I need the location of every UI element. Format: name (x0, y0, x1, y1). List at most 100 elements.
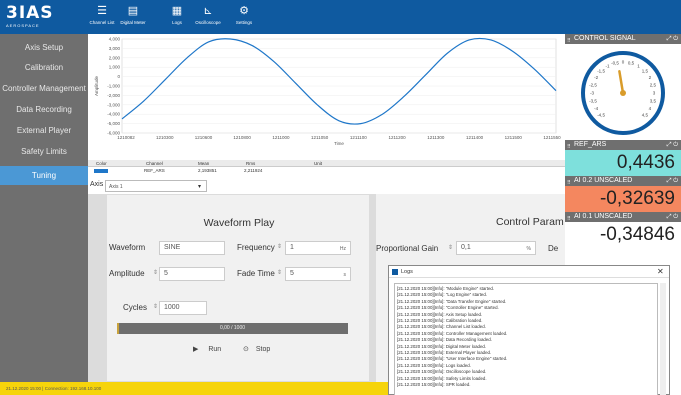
status-text: 21.12.2020 15:00 | Connection: 192.168.1… (6, 386, 102, 391)
x-tick-label: 1210300 (156, 135, 174, 140)
table-header: Color Channel Mean Rms Unit (88, 160, 565, 167)
x-tick-label: 1211000 (272, 135, 290, 140)
control-params-title: Control Param (496, 216, 564, 228)
ai01-header: ⠿ AI 0.1 UNSCALED ⤢ ⏻ (565, 212, 681, 222)
cycles-stepper[interactable]: ⇕ (153, 303, 158, 310)
gauge-hub (620, 90, 626, 96)
amplitude-field[interactable]: 5 (159, 267, 225, 281)
oscilloscope-icon: ⊾ (203, 5, 213, 17)
y-tick-label: 1,000 (109, 65, 121, 70)
axis-row: Axis Axis 1 ▾ (88, 178, 378, 194)
sidebar-item-axis-setup[interactable]: Axis Setup (0, 38, 88, 57)
frequency-field[interactable]: 1 Hz (285, 241, 351, 255)
expand-close-icon[interactable]: ⤢ ⏻ (667, 212, 678, 222)
control-signal-gauge: -4,5 -4 -3,5 -3 -2,5 -2 -1,5 -1 -0,5 0 0,5 1 1,5 2 2,5… (565, 44, 681, 140)
sidebar: Axis Setup Calibration Controller Manage… (0, 34, 88, 382)
logs-icon: ▦ (171, 5, 183, 17)
x-tick-label: 1211100 (350, 135, 367, 140)
gauge-tick-label: -3 (590, 91, 594, 96)
y-tick-label: -2,000 (107, 93, 120, 98)
sidebar-item-safety-limits[interactable]: Safety Limits (0, 142, 88, 161)
x-tick-label: 1211050 (311, 135, 329, 140)
sidebar-item-calibration[interactable]: Calibration (0, 58, 88, 77)
logs-titlebar[interactable]: Logs ✕ (389, 266, 669, 278)
gauge-svg: -4,5-4-3,5-3-2,5-2-1,5-1-0,5 0 0,511,522,5… (581, 51, 665, 135)
waveform-play-title: Waveform Play (203, 217, 275, 229)
drag-handle-icon[interactable]: ⠿ (567, 36, 571, 44)
channel-list-button[interactable]: ☰ Channel List (88, 2, 116, 32)
gauge-tick-label: 3,5 (650, 99, 657, 104)
gauge-tick-label: 2,5 (650, 82, 657, 87)
x-tick-label: 1211300 (427, 135, 445, 140)
expand-close-icon[interactable]: ⤢ ⏻ (667, 34, 678, 44)
channel-name: REF_ARS (144, 168, 165, 173)
channel-rms: 2,211924 (244, 168, 263, 173)
y-tick-label: 3,000 (109, 46, 121, 51)
gauge-tick-label: -4,5 (597, 112, 605, 117)
gauge-tick-label: -2,5 (589, 82, 597, 87)
control-signal-header: ⠿ CONTROL SIGNAL ⤢ ⏻ (565, 34, 681, 44)
table-row[interactable]: REF_ARS 2,193851 2,211924 (88, 167, 565, 175)
x-tick-label: 1211200 (388, 135, 406, 140)
app-icon (392, 269, 398, 275)
col-channel: Channel (146, 161, 163, 166)
frequency-label: Frequency (237, 243, 275, 252)
sidebar-item-data-recording[interactable]: Data Recording (0, 100, 88, 119)
gain-unit-icon: % (526, 246, 531, 252)
panel-gutter (88, 194, 106, 382)
meter-icon: ▤ (127, 5, 139, 17)
fade-time-unit: s (343, 272, 347, 278)
expand-close-icon[interactable]: ⤢ ⏻ (667, 140, 678, 150)
y-axis-label: Amplitude (94, 76, 99, 97)
frequency-stepper[interactable]: ⇕ (277, 243, 282, 250)
stop-button[interactable]: ⊙ Stop (243, 345, 270, 353)
close-icon[interactable]: ✕ (657, 267, 664, 276)
sidebar-item-tuning[interactable]: Tuning (0, 166, 88, 185)
x-axis-label: Time (334, 141, 344, 146)
proportional-gain-label: Proportional Gain (376, 244, 439, 253)
expand-close-icon[interactable]: ⤢ ⏻ (667, 176, 678, 186)
waveform-field[interactable]: SINE (159, 241, 225, 255)
stop-icon: ⊙ (243, 346, 249, 353)
chevron-down-icon: ▾ (197, 184, 201, 190)
y-tick-label: -5,000 (107, 121, 120, 126)
channel-color-swatch (94, 169, 108, 173)
amplitude-stepper[interactable]: ⇕ (153, 269, 158, 276)
waveform-label: Waveform (109, 243, 146, 252)
waveform-play-panel: Waveform Play Waveform SINE Frequency ⇕ … (106, 194, 370, 382)
cycles-field[interactable]: 1000 (159, 301, 207, 315)
oscilloscope-button[interactable]: ⊾ Oscilloscope (193, 2, 223, 32)
fade-time-field[interactable]: 5 s (285, 267, 351, 281)
y-tick-label: -3,000 (107, 102, 120, 107)
ai02-header: ⠿ AI 0.2 UNSCALED ⤢ ⏻ (565, 176, 681, 186)
frequency-unit: Hz (339, 246, 346, 252)
gauge-tick-label: -2 (594, 75, 598, 80)
run-button[interactable]: ▶ Run (193, 345, 221, 353)
play-icon: ▶ (193, 346, 199, 353)
fade-time-label: Fade Time (237, 269, 275, 278)
logs-list[interactable]: [21.12.2020 15:00][Info]: "Module Engine… (394, 283, 658, 395)
sidebar-item-external-player[interactable]: External Player (0, 121, 88, 140)
x-tick-label: 1210082 (117, 135, 135, 140)
settings-button[interactable]: ⚙ Settings (231, 2, 257, 32)
x-tick-label: 1211550 (543, 135, 561, 140)
y-tick-label: 4,000 (109, 37, 121, 42)
col-mean: Mean (198, 161, 210, 166)
gauge-tick-label: 4,5 (642, 112, 649, 117)
logs-button[interactable]: ▦ Logs (168, 2, 186, 32)
list-icon: ☰ (97, 5, 107, 17)
digital-meter-button[interactable]: ▤ Digital Meter (118, 2, 148, 32)
axis-select[interactable]: Axis 1 ▾ (105, 180, 207, 192)
fade-time-stepper[interactable]: ⇕ (277, 269, 282, 276)
derivative-label: De (548, 244, 559, 253)
axis-label: Axis (90, 181, 104, 188)
oscilloscope-chart[interactable]: 4,000 3,000 2,000 1,000 0 -1,000 -2,000 -3,000 -… (88, 34, 565, 158)
proportional-gain-field[interactable]: 0,1 % (456, 241, 536, 255)
gauge-tick-label: 1,5 (642, 69, 649, 74)
gauge-tick-label: -1,5 (597, 69, 605, 74)
proportional-gain-stepper[interactable]: ⇕ (448, 244, 453, 251)
logo-text: 3IAS (6, 3, 54, 23)
logs-scrollbar[interactable] (660, 283, 666, 395)
sidebar-item-controller-management[interactable]: Controller Management (0, 79, 88, 98)
chart-svg: 4,000 3,000 2,000 1,000 0 -1,000 -2,000 -3,000 -… (94, 37, 561, 147)
